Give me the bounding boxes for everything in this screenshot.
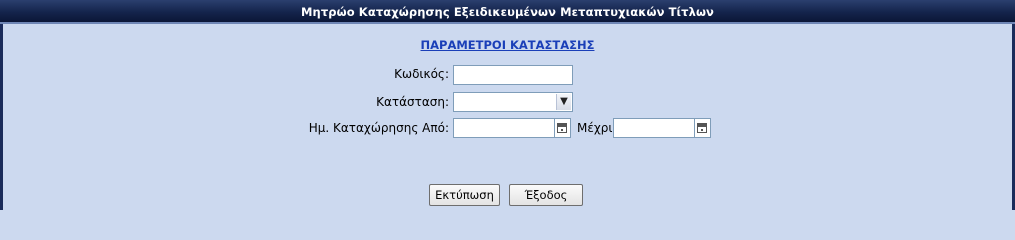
date-to-label: Μέχρι: bbox=[577, 121, 617, 135]
date-from-label: Ημ. Καταχώρησης Από: bbox=[308, 121, 449, 135]
code-label: Κωδικός: bbox=[394, 67, 449, 81]
date-to-calendar-button[interactable] bbox=[695, 118, 711, 138]
status-select[interactable]: ▼ bbox=[453, 92, 573, 112]
status-label: Κατάσταση: bbox=[376, 95, 449, 109]
section-link-status-parameters[interactable]: ΠΑΡΑΜΕΤΡΟΙ ΚΑΤΑΣΤΑΣΗΣ bbox=[0, 38, 1015, 52]
code-input[interactable] bbox=[453, 65, 573, 85]
window-title: Μητρώο Καταχώρησης Εξειδικευμένων Μεταπτ… bbox=[0, 0, 1015, 24]
date-to-input[interactable] bbox=[613, 118, 695, 138]
chevron-down-icon[interactable]: ▼ bbox=[556, 94, 571, 110]
date-from-calendar-button[interactable] bbox=[555, 118, 571, 138]
exit-button[interactable]: Έξοδος bbox=[509, 184, 583, 206]
calendar-icon bbox=[557, 123, 567, 133]
print-button[interactable]: Εκτύπωση bbox=[429, 184, 500, 206]
calendar-icon bbox=[697, 123, 707, 133]
date-from-input[interactable] bbox=[453, 118, 555, 138]
